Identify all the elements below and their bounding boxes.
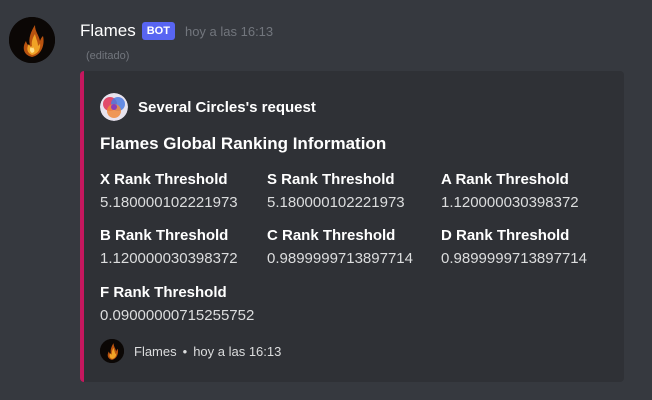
field-s-rank: S Rank Threshold 5.180000102221973	[267, 171, 405, 213]
field-value: 1.120000030398372	[441, 194, 579, 211]
embed-title: Flames Global Ranking Information	[100, 134, 387, 153]
field-name: D Rank Threshold	[441, 227, 570, 244]
field-value: 5.180000102221973	[267, 194, 405, 211]
field-name: F Rank Threshold	[100, 284, 227, 301]
field-value: 5.180000102221973	[100, 194, 238, 211]
field-name: C Rank Threshold	[267, 227, 396, 244]
field-name: B Rank Threshold	[100, 227, 229, 244]
flame-avatar-icon[interactable]	[9, 17, 55, 63]
field-value: 0.9899999713897714	[267, 250, 413, 267]
chat-message: Flames BOT hoy a las 16:13 (editado) Sev…	[0, 0, 652, 400]
embed-author: Several Circles's request	[100, 93, 316, 121]
field-value: 1.120000030398372	[100, 250, 238, 267]
field-c-rank: C Rank Threshold 0.9899999713897714	[267, 227, 413, 269]
footer-name: Flames	[134, 343, 177, 359]
field-x-rank: X Rank Threshold 5.180000102221973	[100, 171, 238, 213]
field-b-rank: B Rank Threshold 1.120000030398372	[100, 227, 238, 269]
circles-logo-icon	[100, 93, 128, 121]
embed-footer: Flames • hoy a las 16:13	[100, 339, 281, 363]
flame-avatar-icon	[100, 339, 124, 363]
field-value: 0.9899999713897714	[441, 250, 587, 267]
footer-separator: •	[182, 343, 188, 359]
field-name: S Rank Threshold	[267, 171, 395, 188]
bot-badge: BOT	[141, 22, 175, 40]
embed-card: Several Circles's request Flames Global …	[80, 71, 624, 382]
edited-label: (editado)	[86, 50, 130, 62]
embed-author-name: Several Circles's request	[138, 98, 316, 116]
footer-timestamp: hoy a las 16:13	[193, 343, 282, 359]
field-value: 0.09000000715255752	[100, 307, 255, 324]
message-header: Flames BOT hoy a las 16:13	[80, 18, 273, 44]
field-d-rank: D Rank Threshold 0.9899999713897714	[441, 227, 587, 269]
message-timestamp: hoy a las 16:13	[184, 23, 274, 39]
field-f-rank: F Rank Threshold 0.09000000715255752	[100, 284, 254, 326]
field-name: A Rank Threshold	[441, 171, 569, 188]
field-a-rank: A Rank Threshold 1.120000030398372	[441, 171, 579, 213]
username[interactable]: Flames	[80, 21, 136, 41]
field-name: X Rank Threshold	[100, 171, 228, 188]
